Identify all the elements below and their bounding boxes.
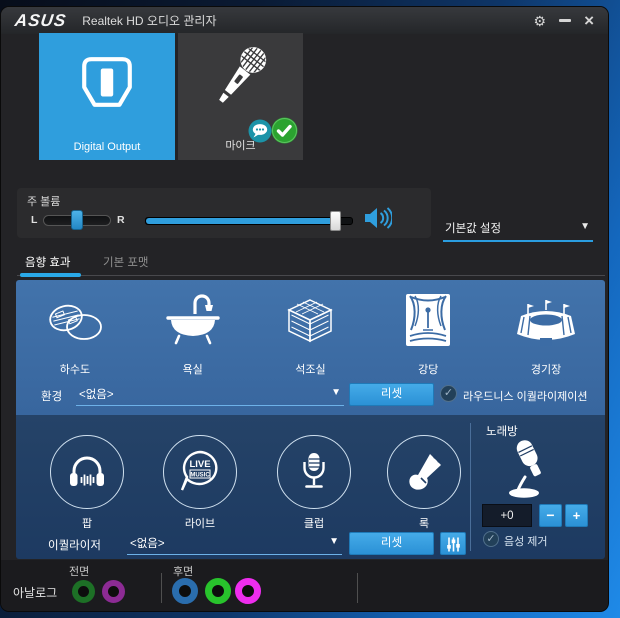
eq-preset-label: 클럽 (303, 518, 325, 530)
graphic-eq-button[interactable] (440, 532, 466, 555)
asus-logo: ASUS (13, 10, 68, 30)
stage-curtain-icon (403, 286, 453, 348)
stone-cube-icon (283, 286, 337, 348)
master-volume-label: 주 볼륨 (27, 196, 61, 208)
eq-preset-rock[interactable] (387, 435, 461, 509)
jack-rear-green[interactable] (205, 578, 231, 604)
loudness-equalization-label: 라우드니스 이퀄라이제이션 (463, 391, 588, 403)
guitar-icon (409, 454, 441, 490)
env-preset-sewer[interactable] (16, 286, 134, 348)
env-preset-label: 강당 (418, 364, 439, 376)
sewer-pipe-icon (44, 286, 106, 348)
karaoke-divider (470, 423, 471, 551)
env-preset-label: 욕실 (182, 364, 203, 376)
jack-rear-blue[interactable] (172, 578, 198, 604)
eq-preset-label: 록 (418, 518, 430, 530)
live-music-bubble-icon: LIVE MUSIC (180, 450, 218, 491)
eq-preset-pop[interactable] (50, 435, 124, 509)
eq-preset-live[interactable]: LIVE MUSIC (163, 435, 237, 509)
desktop-background: { "titlebar": { "brand": "ASUS", "title"… (0, 0, 620, 618)
default-settings-value: 기본값 설정 (445, 223, 502, 235)
master-volume-panel: 주 볼륨 L R (17, 188, 431, 238)
equalizer-dropdown-value: <없음> (130, 538, 165, 550)
digital-output-icon (82, 57, 132, 107)
default-settings-dropdown[interactable]: 기본값 설정 ▼ (443, 216, 593, 242)
sound-effects-panel: 하수도 욕실 석조실 강당 경기장 환경 <없음> ▼ 리셋 ✓ 라우드니스 이… (16, 280, 605, 559)
svg-text:LIVE: LIVE (189, 459, 210, 470)
settings-gear-icon[interactable]: ⚙ (534, 14, 547, 28)
loudness-equalization-checkbox[interactable]: ✓ (440, 385, 457, 402)
speaker-icon[interactable] (364, 207, 392, 229)
eq-preset-club[interactable] (277, 435, 351, 509)
karaoke-key-plus-button[interactable]: + (565, 504, 588, 527)
rear-panel-label: 후면 (173, 566, 194, 578)
jack-front-green[interactable] (72, 580, 95, 603)
karaoke-key-minus-button[interactable]: − (539, 504, 562, 527)
env-preset-stone-room[interactable] (252, 286, 370, 348)
eq-preset-label: 팝 (81, 518, 93, 530)
eq-sliders-icon (446, 537, 460, 552)
analog-label: 아날로그 (13, 586, 58, 600)
karaoke-microphone-icon (509, 440, 541, 498)
analog-jack-panel: 전면 후면 아날로그 (1, 560, 608, 611)
env-preset-bathroom[interactable] (134, 286, 252, 348)
equalizer-dropdown[interactable]: <없음> ▼ (127, 531, 342, 555)
microphone-icon (219, 44, 268, 103)
window-title: Realtek HD 오디오 관리자 (82, 14, 217, 28)
env-preset-auditorium[interactable] (369, 286, 487, 348)
tab-default-format[interactable]: 기본 포맷 (103, 254, 149, 270)
bathtub-icon (165, 286, 221, 348)
environment-row-label: 환경 (41, 391, 63, 403)
eq-preset-label: 라이브 (184, 518, 216, 530)
volume-slider[interactable] (145, 211, 353, 231)
device-tile-label: 마이크 (225, 140, 256, 152)
environment-dropdown[interactable]: <없음> ▼ (76, 382, 344, 406)
env-preset-label: 하수도 (59, 364, 91, 376)
jack-front-magenta[interactable] (102, 580, 125, 603)
title-bar: ASUS Realtek HD 오디오 관리자 ⚙ × (1, 7, 608, 34)
environment-reset-button[interactable]: 리셋 (349, 383, 434, 406)
karaoke-key-value: +0 (482, 504, 532, 527)
device-tile-label: Digital Output (73, 141, 141, 153)
studio-microphone-icon (303, 453, 325, 488)
jack-divider (161, 573, 162, 603)
environment-dropdown-value: <없음> (79, 389, 114, 401)
volume-fill (146, 218, 336, 224)
env-preset-label: 석조실 (295, 364, 326, 376)
headphones-icon (70, 456, 104, 486)
minimize-button[interactable] (559, 19, 572, 22)
jack-divider (357, 573, 358, 603)
balance-slider[interactable] (43, 210, 111, 230)
chevron-down-icon: ▼ (331, 387, 341, 398)
balance-thumb[interactable] (71, 210, 83, 230)
environment-section: 하수도 욕실 석조실 강당 경기장 환경 <없음> ▼ 리셋 ✓ 라우드니스 이… (16, 280, 605, 415)
app-window: ASUS Realtek HD 오디오 관리자 ⚙ × Digital Outp… (1, 7, 608, 611)
active-tab-underline (20, 273, 81, 277)
env-preset-label: 경기장 (530, 364, 562, 376)
equalizer-row-label: 이퀄라이저 (48, 540, 101, 552)
voice-removal-checkbox[interactable]: ✓ (483, 531, 499, 547)
equalizer-reset-button[interactable]: 리셋 (349, 532, 434, 555)
voice-removal-label: 음성 제거 (504, 536, 548, 548)
env-preset-stadium[interactable] (487, 286, 605, 348)
balance-left-label: L (31, 214, 38, 226)
device-tile-microphone[interactable]: 마이크 (178, 33, 303, 160)
tab-divider-line (17, 275, 605, 276)
stadium-icon (514, 286, 578, 348)
front-panel-label: 전면 (69, 566, 90, 578)
volume-thumb[interactable] (329, 211, 341, 231)
jack-rear-magenta[interactable] (235, 578, 261, 604)
device-tile-digital-output[interactable]: Digital Output (39, 33, 175, 160)
balance-right-label: R (117, 214, 125, 226)
close-button[interactable]: × (584, 12, 594, 29)
chevron-down-icon: ▼ (329, 536, 339, 547)
svg-text:MUSIC: MUSIC (190, 473, 210, 479)
chevron-down-icon: ▼ (580, 221, 590, 232)
tab-sound-effects[interactable]: 음향 효과 (25, 254, 71, 270)
equalizer-section: LIVE MUSIC 팝 라이브 클럽 록 노래방 +0 − + ✓ 음성 제거… (16, 415, 605, 559)
